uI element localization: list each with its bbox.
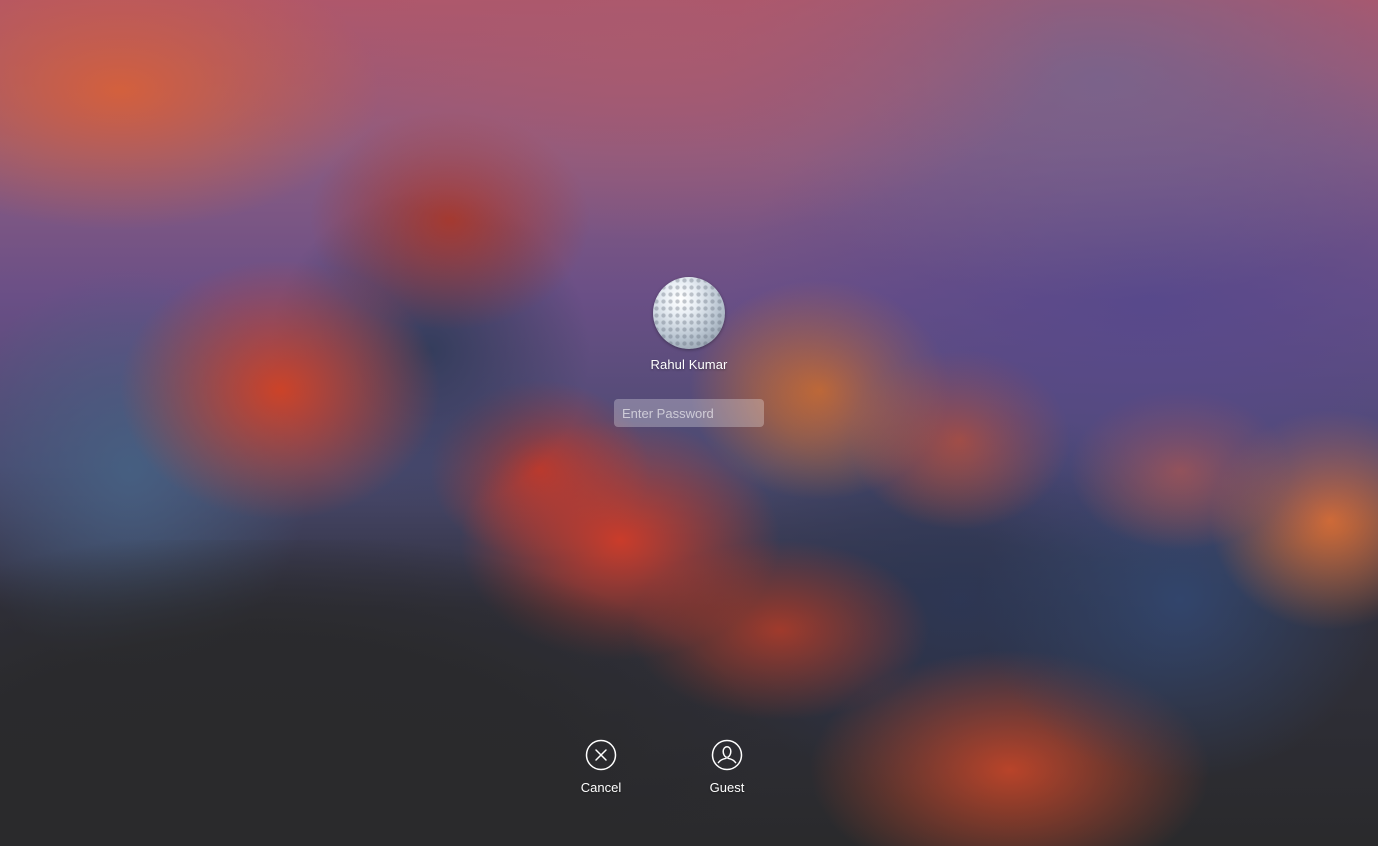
user-name: Rahul Kumar <box>650 357 728 372</box>
cancel-button[interactable]: Cancel <box>566 739 636 796</box>
guest-button[interactable]: Guest <box>692 739 762 796</box>
login-panel: Rahul Kumar <box>0 277 1378 427</box>
user-circle-icon <box>711 739 743 771</box>
wallpaper-shadow <box>0 540 760 846</box>
password-input[interactable] <box>614 399 764 427</box>
user-avatar[interactable] <box>653 277 725 349</box>
bottom-actions: Cancel Guest <box>0 739 1378 799</box>
guest-label: Guest <box>709 780 745 795</box>
login-screen: Rahul Kumar Cancel Guest <box>0 0 1378 846</box>
cancel-label: Cancel <box>580 780 622 795</box>
close-circle-icon <box>585 739 617 771</box>
golf-ball-avatar-icon <box>653 277 725 349</box>
